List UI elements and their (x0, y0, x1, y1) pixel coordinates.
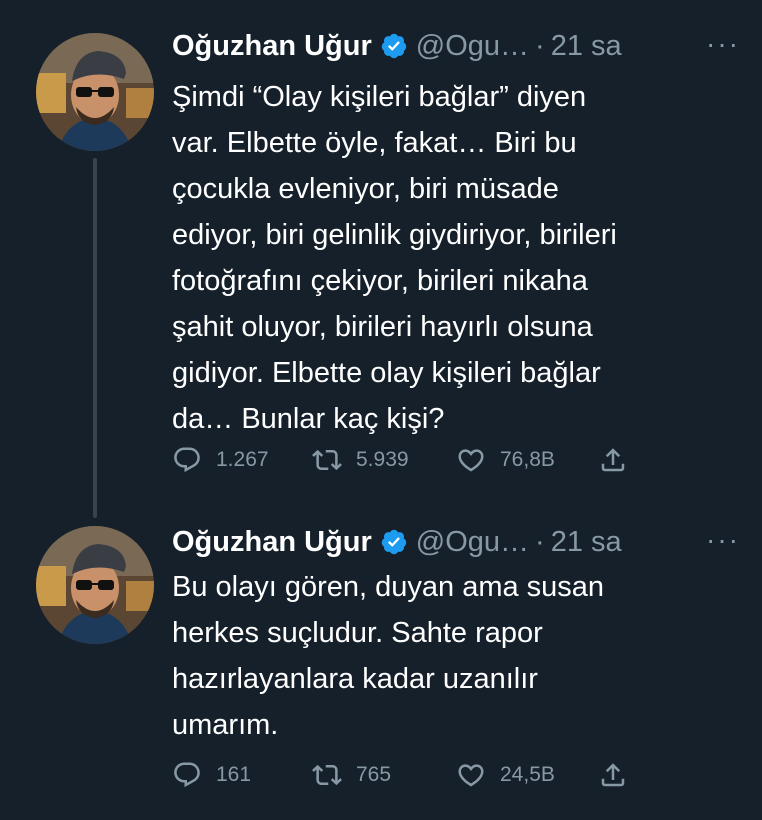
avatar[interactable] (36, 33, 154, 151)
like-icon (458, 449, 484, 472)
retweet-count: 765 (356, 763, 392, 786)
verified-badge-icon (381, 33, 407, 59)
tweet-actions: 1.267 5.939 76,8B (172, 445, 632, 479)
reply-icon (174, 447, 200, 473)
avatar[interactable] (36, 526, 154, 644)
timestamp[interactable]: 21 sa (551, 30, 622, 63)
reply-button[interactable]: 1.267 (172, 445, 269, 475)
like-count: 24,5B (500, 763, 555, 786)
share-button[interactable] (598, 760, 642, 790)
author-handle[interactable]: @Ogu… (416, 30, 529, 63)
reply-count: 161 (216, 763, 252, 786)
tweet-text-line: Bu olayı gören, duyan ama susan (172, 571, 605, 603)
reply-icon (174, 762, 200, 788)
retweet-button[interactable]: 5.939 (312, 445, 409, 475)
reply-button[interactable]: 161 (172, 760, 251, 790)
tweet-text-line: şahit oluyor, birileri hayırlı olsuna (172, 311, 593, 343)
tweet-header: Oğuzhan Uğur @Ogu… · 21 sa (172, 24, 742, 68)
tweet-text-line: gidiyor. Elbette olay kişileri bağlar (172, 357, 601, 389)
tweet-text-line: çocukla evleniyor, biri müsade (172, 173, 559, 205)
tweet-text-line: var. Elbette öyle, fakat… Biri bu (172, 127, 577, 159)
tweet[interactable]: Oğuzhan Uğur @Ogu… · 21 sa ··· Bu olayı … (0, 500, 762, 820)
avatar-image (36, 33, 154, 151)
tweet-text-line: herkes suçludur. Sahte rapor (172, 617, 543, 649)
retweet-button[interactable]: 765 (312, 760, 391, 790)
separator-dot: · (535, 525, 545, 558)
tweet-text-line: Şimdi “Olay kişileri bağlar” diyen (172, 81, 587, 113)
author-name[interactable]: Oğuzhan Uğur (172, 30, 372, 63)
author-handle[interactable]: @Ogu… (416, 526, 529, 559)
more-options-icon[interactable]: ··· (706, 524, 740, 556)
tweet-text-line: umarım. (172, 709, 279, 741)
retweet-icon (312, 764, 342, 786)
share-button[interactable] (598, 445, 642, 475)
like-count: 76,8B (500, 448, 555, 471)
like-button[interactable]: 24,5B (456, 760, 555, 790)
tweet[interactable]: Oğuzhan Uğur @Ogu… · 21 sa ··· Şimdi “Ol… (0, 0, 762, 500)
tweet-header: Oğuzhan Uğur @Ogu… · 21 sa (172, 520, 742, 564)
tweet-actions: 161 765 24,5B (172, 760, 632, 794)
tweet-text-line: ediyor, biri gelinlik giydiriyor, birile… (172, 219, 617, 251)
avatar-image (36, 526, 154, 644)
tweet-text: Bu olayı gören, duyan ama susan herkes s… (172, 564, 712, 748)
like-icon (458, 764, 484, 787)
tweet-text-line: fotoğrafını çekiyor, birileri nikaha (172, 265, 588, 297)
timestamp[interactable]: 21 sa (551, 526, 622, 559)
tweet-text-line: da… Bunlar kaç kişi? (172, 403, 445, 435)
separator-dot: · (535, 29, 545, 62)
retweet-icon (312, 449, 342, 471)
reply-count: 1.267 (216, 448, 269, 471)
tweet-text: Şimdi “Olay kişileri bağlar” diyen var. … (172, 74, 712, 442)
tweet-text-line: hazırlayanlara kadar uzanılır (172, 663, 538, 695)
author-name[interactable]: Oğuzhan Uğur (172, 526, 372, 559)
verified-badge-icon (381, 529, 407, 555)
retweet-count: 5.939 (356, 448, 409, 471)
like-button[interactable]: 76,8B (456, 445, 555, 475)
share-icon (601, 763, 625, 787)
share-icon (601, 448, 625, 472)
more-options-icon[interactable]: ··· (706, 28, 740, 60)
